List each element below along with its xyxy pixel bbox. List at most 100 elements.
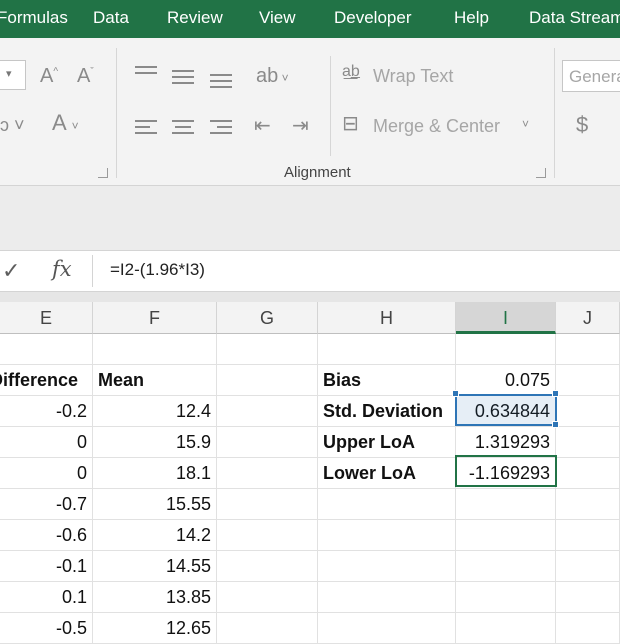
orientation-icon[interactable]: ab ˅ — [256, 66, 289, 86]
align-middle-icon[interactable] — [172, 70, 194, 88]
menu-review[interactable]: Review — [167, 0, 223, 38]
cell-e[interactable]: -0.1 — [0, 551, 93, 582]
cell-g[interactable] — [217, 489, 318, 520]
menu-data-streamer[interactable]: Data Streamer — [529, 0, 620, 38]
align-top-icon[interactable] — [135, 66, 157, 78]
menu-data[interactable]: Data — [93, 0, 129, 38]
cell-g[interactable] — [217, 551, 318, 582]
cell-e[interactable]: 0.1 — [0, 582, 93, 613]
cell-i[interactable] — [456, 613, 556, 644]
cell-f[interactable]: 12.65 — [93, 613, 217, 644]
cell-e[interactable] — [0, 334, 93, 365]
cell-g[interactable] — [217, 334, 318, 365]
cell-g[interactable] — [217, 427, 318, 458]
number-format-dropdown[interactable]: General — [562, 60, 620, 92]
font-shrink-icon[interactable]: Aˇ — [77, 66, 94, 86]
cell-h[interactable]: Bias — [318, 365, 456, 396]
cell-e[interactable]: -0.7 — [0, 489, 93, 520]
column-header-e[interactable]: E — [0, 302, 93, 334]
number-format-value: General — [569, 67, 620, 86]
decrease-indent-icon[interactable]: ⇤ — [254, 116, 271, 136]
fill-color-icon[interactable]: ↄ ˅ — [0, 116, 25, 134]
center-icon[interactable] — [172, 120, 194, 138]
align-left-icon[interactable] — [135, 120, 157, 138]
cell-e[interactable]: 0 — [0, 427, 93, 458]
enter-check-icon[interactable]: ✓ — [2, 258, 20, 284]
selection-handle[interactable] — [552, 390, 559, 397]
align-right-icon[interactable] — [210, 120, 232, 138]
cell-e[interactable]: -0.2 — [0, 396, 93, 427]
cell-j[interactable] — [556, 427, 620, 458]
font-color-icon[interactable]: A ˅ — [52, 112, 79, 134]
cell-i[interactable] — [456, 520, 556, 551]
cell-h[interactable]: Lower LoA — [318, 458, 456, 489]
cell-i[interactable]: 0.075 — [456, 365, 556, 396]
menu-view[interactable]: View — [259, 0, 296, 38]
cell-j[interactable] — [556, 365, 620, 396]
column-header-j[interactable]: J — [556, 302, 620, 334]
cell-f[interactable]: Mean — [93, 365, 217, 396]
selection-handle[interactable] — [452, 390, 459, 397]
cell-f[interactable]: 18.1 — [93, 458, 217, 489]
increase-indent-icon[interactable]: ⇥ — [292, 116, 309, 136]
cell-e[interactable]: Difference — [0, 365, 93, 396]
menu-formulas[interactable]: Formulas — [0, 0, 68, 38]
cell-j[interactable] — [556, 334, 620, 365]
cell-e[interactable]: -0.6 — [0, 520, 93, 551]
cell-h[interactable]: Upper LoA — [318, 427, 456, 458]
cell-h[interactable] — [318, 520, 456, 551]
cell-j[interactable] — [556, 613, 620, 644]
cell-h[interactable] — [318, 582, 456, 613]
wrap-text-button[interactable]: Wrap Text — [373, 66, 453, 87]
cell-g[interactable] — [217, 458, 318, 489]
menu-developer[interactable]: Developer — [334, 0, 412, 38]
currency-icon[interactable]: $ — [576, 114, 588, 136]
cell-g[interactable] — [217, 520, 318, 551]
cell-g[interactable] — [217, 582, 318, 613]
column-header-i[interactable]: I — [456, 302, 556, 334]
cell-i[interactable]: 1.319293 — [456, 427, 556, 458]
cell-f[interactable]: 14.55 — [93, 551, 217, 582]
cell-e[interactable]: 0 — [0, 458, 93, 489]
cell-g[interactable] — [217, 396, 318, 427]
cell-j[interactable] — [556, 458, 620, 489]
chevron-down-icon[interactable]: ˅ — [522, 118, 529, 130]
cell-i[interactable] — [456, 582, 556, 613]
cell-j[interactable] — [556, 489, 620, 520]
cell-f[interactable]: 13.85 — [93, 582, 217, 613]
dialog-launcher-icon[interactable] — [536, 168, 546, 178]
cell-h[interactable] — [318, 489, 456, 520]
cell-f[interactable] — [93, 334, 217, 365]
cell-h[interactable]: Std. Deviation — [318, 396, 456, 427]
cell-i[interactable] — [456, 489, 556, 520]
ribbon-separator — [116, 48, 117, 178]
cell-h[interactable] — [318, 551, 456, 582]
column-header-h[interactable]: H — [318, 302, 456, 334]
cell-j[interactable] — [556, 551, 620, 582]
column-header-g[interactable]: G — [217, 302, 318, 334]
cell-h[interactable] — [318, 613, 456, 644]
cell-g[interactable] — [217, 613, 318, 644]
cell-i[interactable] — [456, 334, 556, 365]
cell-e[interactable]: -0.5 — [0, 613, 93, 644]
cell-g[interactable] — [217, 365, 318, 396]
cell-j[interactable] — [556, 582, 620, 613]
menu-help[interactable]: Help — [454, 0, 489, 38]
cell-f[interactable]: 14.2 — [93, 520, 217, 551]
column-header-f[interactable]: F — [93, 302, 217, 334]
selection-handle[interactable] — [552, 421, 559, 428]
font-size-dropdown[interactable]: ▾ — [0, 60, 26, 90]
cell-j[interactable] — [556, 396, 620, 427]
cell-j[interactable] — [556, 520, 620, 551]
formula-input[interactable]: =I2-(1.96*I3) — [110, 260, 205, 280]
cell-h[interactable] — [318, 334, 456, 365]
cell-f[interactable]: 15.55 — [93, 489, 217, 520]
cell-i[interactable] — [456, 551, 556, 582]
dialog-launcher-icon[interactable] — [98, 168, 108, 178]
cell-f[interactable]: 12.4 — [93, 396, 217, 427]
merge-center-button[interactable]: Merge & Center — [373, 116, 500, 137]
insert-function-icon[interactable]: fx — [52, 257, 72, 281]
cell-f[interactable]: 15.9 — [93, 427, 217, 458]
font-grow-icon[interactable]: A^ — [40, 66, 58, 86]
align-bottom-icon[interactable] — [210, 74, 232, 92]
